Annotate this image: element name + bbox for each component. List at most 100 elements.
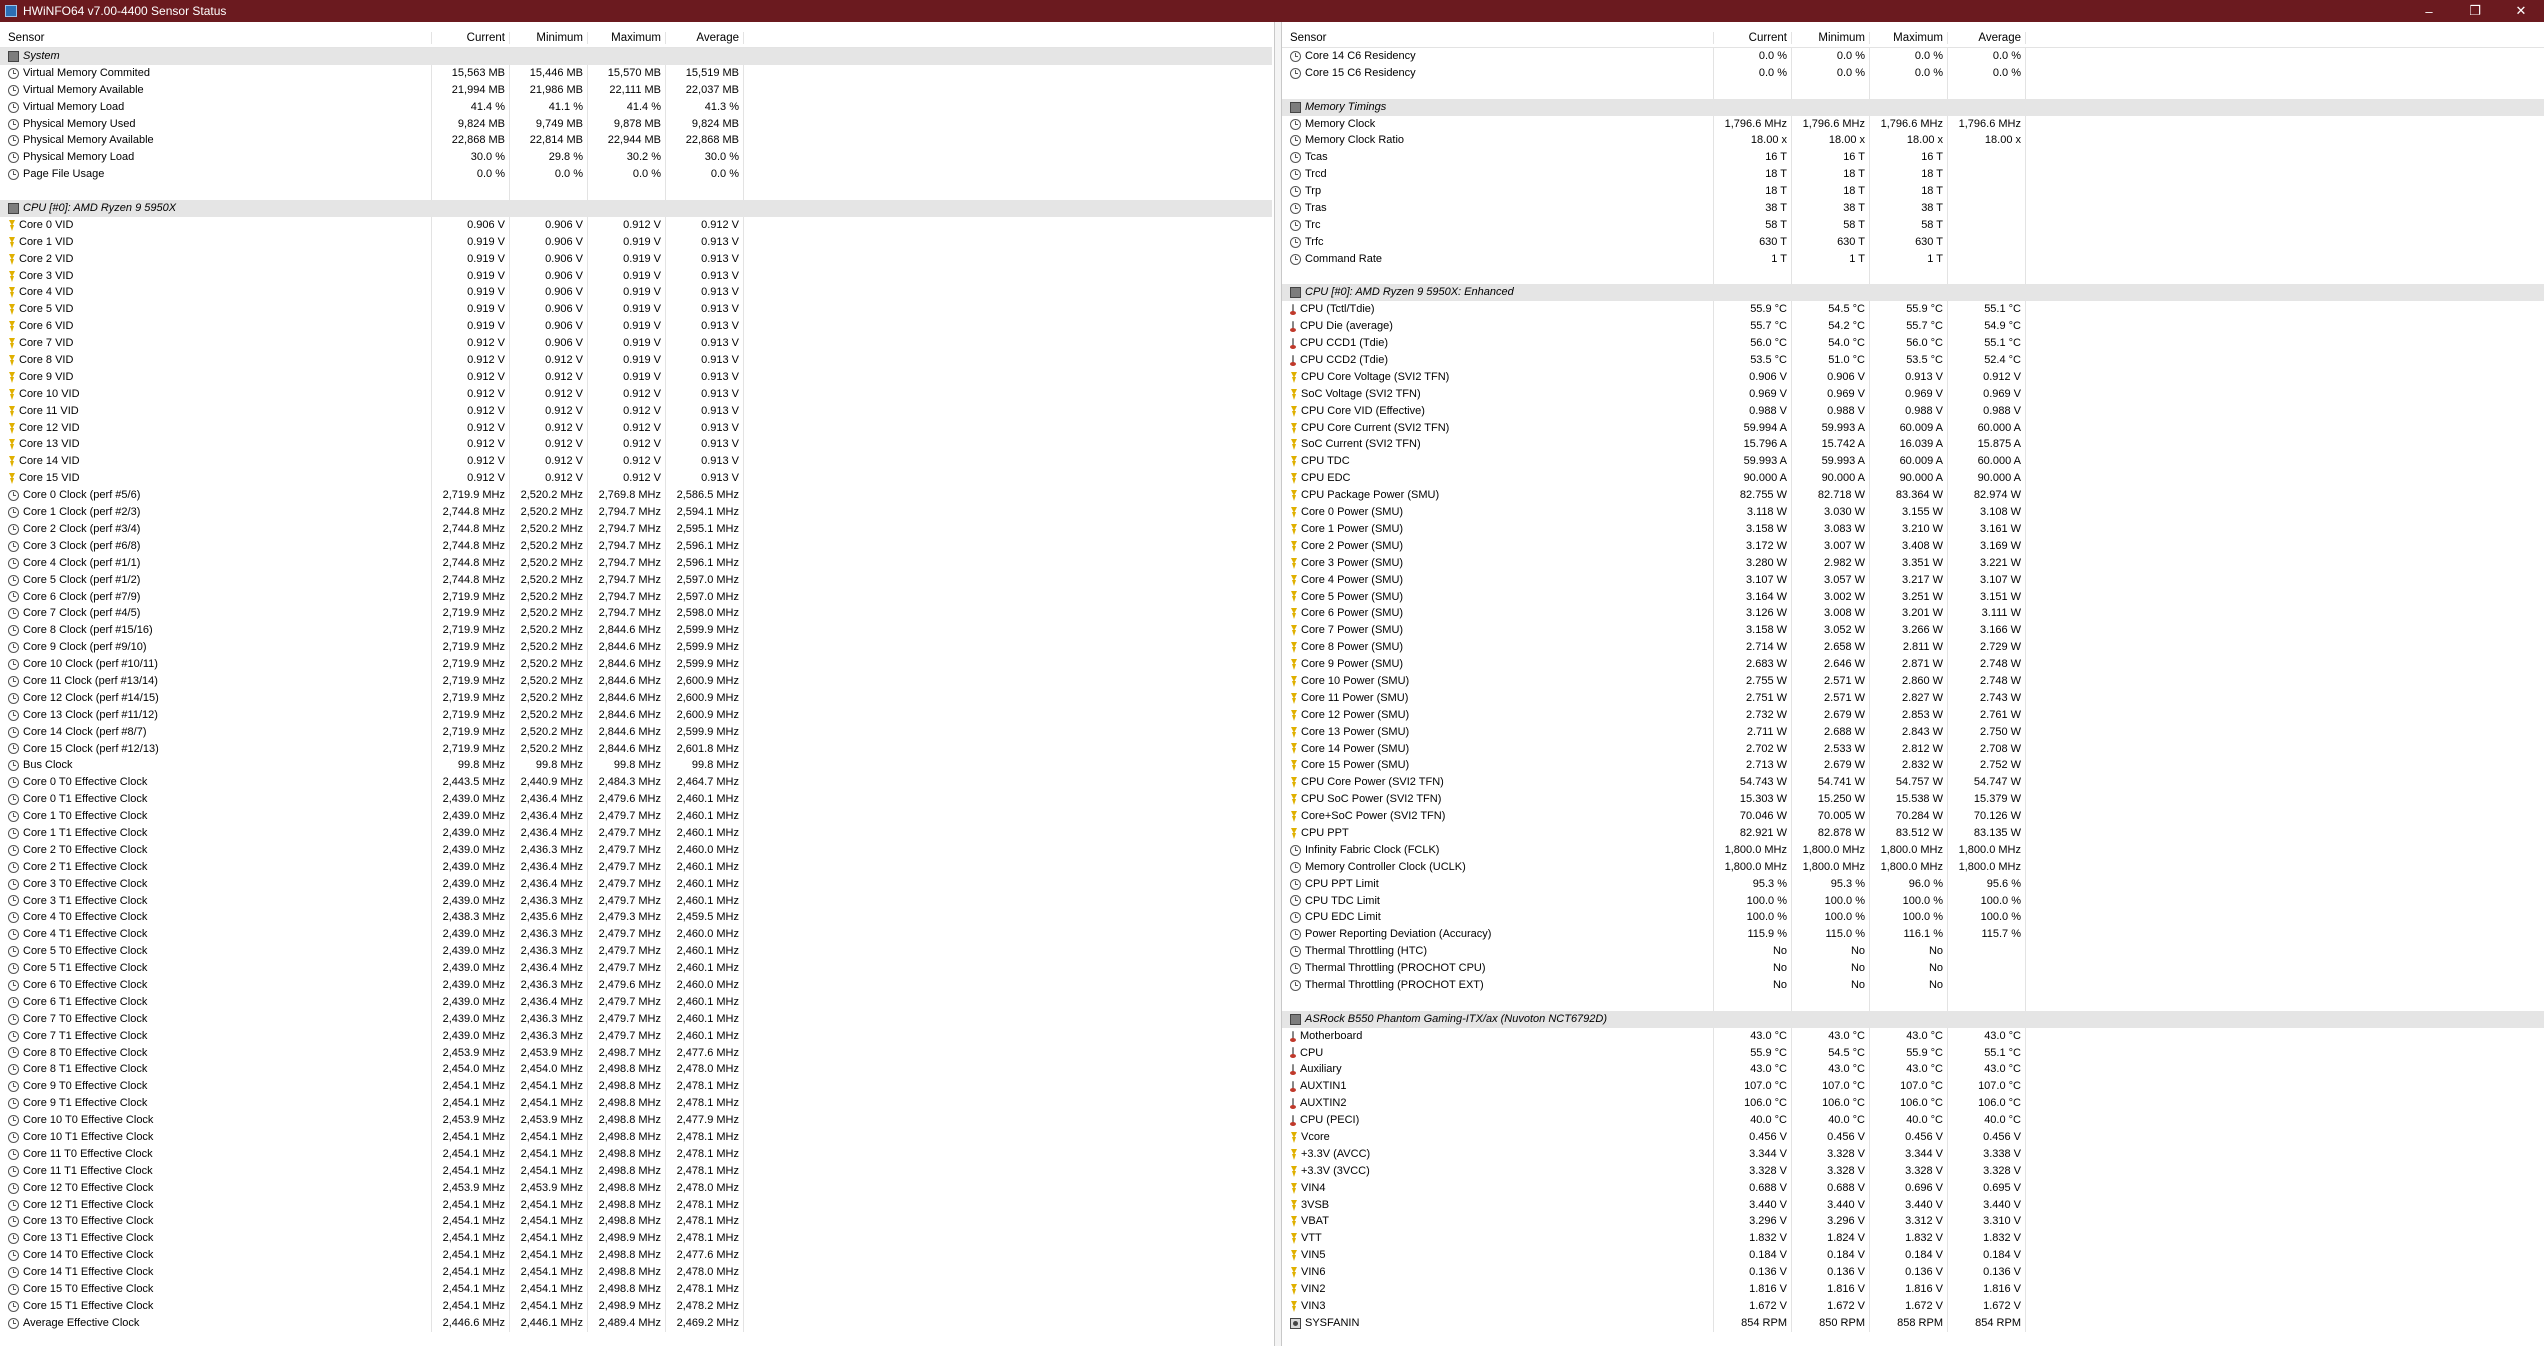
sensor-row[interactable]: Tras 38 T 38 T 38 T xyxy=(1282,200,2544,217)
sensor-row[interactable]: Core 14 VID 0.912 V 0.912 V 0.912 V 0.913 V xyxy=(0,453,1272,471)
sensor-row[interactable]: Core 14 C6 Residency 0.0 % 0.0 % 0.0 % 0.0 % xyxy=(1282,48,2544,65)
sensor-row[interactable]: Thermal Throttling (PROCHOT CPU) No No No xyxy=(1282,960,2544,977)
sensor-row[interactable]: Vcore 0.456 V 0.456 V 0.456 V 0.456 V xyxy=(1282,1129,2544,1146)
sensor-row[interactable]: 3VSB 3.440 V 3.440 V 3.440 V 3.440 V xyxy=(1282,1196,2544,1214)
sensor-row[interactable]: Trcd 18 T 18 T 18 T xyxy=(1282,166,2544,184)
sensor-row[interactable]: Core 4 Clock (perf #1/1) 2,744.8 MHz 2,520… xyxy=(0,554,1272,572)
sensor-row[interactable]: Core 1 T0 Effective Clock 2,439.0 MHz 2,43… xyxy=(0,808,1272,825)
sensor-row[interactable]: Core 8 VID 0.912 V 0.912 V 0.919 V 0.913 V xyxy=(0,352,1272,369)
sensor-row[interactable]: Core 14 T1 Effective Clock 2,454.1 MHz 2,4… xyxy=(0,1264,1272,1282)
column-header-maximum[interactable]: Maximum xyxy=(1870,32,1948,44)
sensor-row[interactable]: Core 14 Power (SMU) 2.702 W 2.533 W 2.812 W… xyxy=(1282,740,2544,758)
sensor-row[interactable]: Core 2 Clock (perf #3/4) 2,744.8 MHz 2,520… xyxy=(0,520,1272,538)
sensor-row[interactable]: Thermal Throttling (HTC) No No No xyxy=(1282,943,2544,961)
sensor-row[interactable]: Core 15 T0 Effective Clock 2,454.1 MHz 2,4… xyxy=(0,1281,1272,1298)
sensor-row[interactable]: CPU TDC 59.993 A 59.993 A 60.009 A 60.000 A xyxy=(1282,453,2544,471)
sensor-group-header[interactable]: ASRock B550 Phantom Gaming-ITX/ax (Nuvot… xyxy=(1282,1010,2544,1028)
sensor-row[interactable]: SoC Voltage (SVI2 TFN) 0.969 V 0.969 V 0.96… xyxy=(1282,385,2544,403)
sensor-group-header[interactable]: CPU [#0]: AMD Ryzen 9 5950X xyxy=(0,200,1272,217)
title-bar[interactable]: HWiNFO64 v7.00-4400 Sensor Status – ❐ ✕ xyxy=(0,0,2544,22)
sensor-row[interactable]: Virtual Memory Commited 15,563 MB 15,446 M… xyxy=(0,64,1272,82)
sensor-row[interactable]: Core 13 VID 0.912 V 0.912 V 0.912 V 0.913 V xyxy=(0,436,1272,454)
sensor-row[interactable]: Core 1 T1 Effective Clock 2,439.0 MHz 2,43… xyxy=(0,824,1272,842)
sensor-row[interactable]: Core 2 T1 Effective Clock 2,439.0 MHz 2,43… xyxy=(0,858,1272,876)
sensor-row[interactable]: Core 3 VID 0.919 V 0.906 V 0.919 V 0.913 V xyxy=(0,267,1272,285)
sensor-row[interactable]: Core 12 Clock (perf #14/15) 2,719.9 MHz 2,… xyxy=(0,689,1272,707)
sensor-row[interactable]: CPU (Tctl/Tdie) 55.9 °C 54.5 °C 55.9 °C 55.1… xyxy=(1282,301,2544,319)
sensor-row[interactable]: VIN6 0.136 V 0.136 V 0.136 V 0.136 V xyxy=(1282,1264,2544,1282)
sensor-row[interactable]: Power Reporting Deviation (Accuracy) 115.… xyxy=(1282,926,2544,944)
sensor-row[interactable]: Core 6 T0 Effective Clock 2,439.0 MHz 2,43… xyxy=(0,976,1272,994)
sensor-row[interactable]: Core 10 T0 Effective Clock 2,453.9 MHz 2,4… xyxy=(0,1112,1272,1129)
sensor-row[interactable]: Core 15 Power (SMU) 2.713 W 2.679 W 2.832 W… xyxy=(1282,757,2544,775)
sensor-group-header[interactable]: CPU [#0]: AMD Ryzen 9 5950X: Enhanced xyxy=(1282,284,2544,302)
pane-splitter[interactable] xyxy=(1274,22,1282,1346)
sensor-row[interactable]: Core 3 T0 Effective Clock 2,439.0 MHz 2,43… xyxy=(0,875,1272,893)
sensor-row[interactable]: Core 8 Power (SMU) 2.714 W 2.658 W 2.811 W2… xyxy=(1282,639,2544,657)
close-button[interactable]: ✕ xyxy=(2498,0,2544,22)
sensor-row[interactable]: Memory Clock Ratio 18.00 x 18.00 x 18.00 x1… xyxy=(1282,132,2544,150)
sensor-row[interactable]: CPU EDC Limit 100.0 % 100.0 % 100.0 % 100.0 … xyxy=(1282,909,2544,927)
sensor-row[interactable]: Core 6 T1 Effective Clock 2,439.0 MHz 2,43… xyxy=(0,993,1272,1011)
sensor-row[interactable]: Core 1 VID 0.919 V 0.906 V 0.919 V 0.913 V xyxy=(0,233,1272,251)
sensor-row[interactable]: Core 4 Power (SMU) 3.107 W 3.057 W 3.217 W3… xyxy=(1282,571,2544,589)
sensor-row[interactable]: Infinity Fabric Clock (FCLK) 1,800.0 MHz 1… xyxy=(1282,841,2544,859)
sensor-row[interactable]: Core 12 Power (SMU) 2.732 W 2.679 W 2.853 W… xyxy=(1282,706,2544,724)
sensor-row[interactable]: Core 13 T1 Effective Clock 2,454.1 MHz 2,4… xyxy=(0,1230,1272,1248)
sensor-row[interactable]: Core 8 T1 Effective Clock 2,454.0 MHz 2,45… xyxy=(0,1061,1272,1079)
sensor-row[interactable]: Motherboard 43.0 °C 43.0 °C 43.0 °C 43.0 °C xyxy=(1282,1027,2544,1045)
sensor-row[interactable]: Memory Controller Clock (UCLK) 1,800.0 MH… xyxy=(1282,858,2544,876)
sensor-row[interactable]: Physical Memory Load 30.0 % 29.8 % 30.2 % 30… xyxy=(0,149,1272,167)
sensor-row[interactable]: Core 0 T0 Effective Clock 2,443.5 MHz 2,44… xyxy=(0,774,1272,792)
sensor-row[interactable]: Core 2 VID 0.919 V 0.906 V 0.919 V 0.913 V xyxy=(0,250,1272,268)
sensor-row[interactable]: Trfc 630 T 630 T 630 T xyxy=(1282,233,2544,251)
sensor-row[interactable]: Core 10 Clock (perf #10/11) 2,719.9 MHz 2,… xyxy=(0,656,1272,673)
sensor-row[interactable]: Core 13 Clock (perf #11/12) 2,719.9 MHz 2,… xyxy=(0,706,1272,724)
sensor-row[interactable]: Core 0 T1 Effective Clock 2,439.0 MHz 2,43… xyxy=(0,791,1272,809)
sensor-row[interactable]: Core 10 T1 Effective Clock 2,454.1 MHz 2,4… xyxy=(0,1129,1272,1146)
sensor-row[interactable]: Core 14 Clock (perf #8/7) 2,719.9 MHz 2,52… xyxy=(0,723,1272,741)
sensor-row[interactable]: Core 12 T0 Effective Clock 2,453.9 MHz 2,4… xyxy=(0,1179,1272,1197)
sensor-pane-right[interactable]: Sensor Current Minimum Maximum Average C… xyxy=(1282,22,2544,1346)
sensor-row[interactable]: Physical Memory Available 22,868 MB 22,814… xyxy=(0,132,1272,150)
sensor-row[interactable]: Core 5 VID 0.919 V 0.906 V 0.919 V 0.913 V xyxy=(0,301,1272,319)
sensor-row[interactable]: Trc 58 T 58 T 58 T xyxy=(1282,216,2544,234)
sensor-row[interactable]: Core+SoC Power (SVI2 TFN) 70.046 W 70.005 … xyxy=(1282,808,2544,825)
column-header-current[interactable]: Current xyxy=(1714,32,1792,44)
column-header-average[interactable]: Average xyxy=(1948,32,2026,44)
sensor-row[interactable]: CPU CCD2 (Tdie) 53.5 °C 51.0 °C 53.5 °C 52.4… xyxy=(1282,352,2544,369)
sensor-row[interactable]: Core 6 Clock (perf #7/9) 2,719.9 MHz 2,520… xyxy=(0,588,1272,606)
sensor-row[interactable]: Core 3 T1 Effective Clock 2,439.0 MHz 2,43… xyxy=(0,892,1272,910)
sensor-row[interactable]: Core 12 T1 Effective Clock 2,454.1 MHz 2,4… xyxy=(0,1196,1272,1214)
sensor-row[interactable]: VIN3 1.672 V 1.672 V 1.672 V 1.672 V xyxy=(1282,1297,2544,1315)
sensor-row[interactable]: CPU EDC 90.000 A 90.000 A 90.000 A 90.000 A xyxy=(1282,470,2544,488)
sensor-row[interactable]: VIN2 1.816 V 1.816 V 1.816 V 1.816 V xyxy=(1282,1281,2544,1298)
sensor-row[interactable]: Core 10 VID 0.912 V 0.912 V 0.912 V 0.913 V xyxy=(0,385,1272,403)
sensor-row[interactable]: CPU PPT 82.921 W 82.878 W 83.512 W 83.135 W xyxy=(1282,824,2544,842)
sensor-row[interactable]: Core 8 Clock (perf #15/16) 2,719.9 MHz 2,5… xyxy=(0,622,1272,640)
sensor-row[interactable]: Core 11 VID 0.912 V 0.912 V 0.912 V 0.913 V xyxy=(0,402,1272,420)
sensor-group-header[interactable]: System xyxy=(0,48,1272,65)
sensor-row[interactable]: Core 1 Power (SMU) 3.158 W 3.083 W 3.210 W3… xyxy=(1282,520,2544,538)
sensor-row[interactable]: CPU Core Power (SVI2 TFN) 54.743 W 54.741 … xyxy=(1282,774,2544,792)
sensor-row[interactable]: Core 8 T0 Effective Clock 2,453.9 MHz 2,45… xyxy=(0,1044,1272,1062)
sensor-row[interactable]: Core 9 VID 0.912 V 0.912 V 0.919 V 0.913 V xyxy=(0,368,1272,386)
sensor-row[interactable]: Core 4 T1 Effective Clock 2,439.0 MHz 2,43… xyxy=(0,926,1272,944)
sensor-row[interactable]: Core 9 T1 Effective Clock 2,454.1 MHz 2,45… xyxy=(0,1095,1272,1113)
sensor-row[interactable]: Tcas 16 T 16 T 16 T xyxy=(1282,149,2544,167)
sensor-row[interactable]: Core 9 Power (SMU) 2.683 W 2.646 W 2.871 W2… xyxy=(1282,656,2544,673)
sensor-row[interactable]: Core 1 Clock (perf #2/3) 2,744.8 MHz 2,520… xyxy=(0,504,1272,521)
restore-button[interactable]: ❐ xyxy=(2452,0,2498,22)
sensor-row[interactable]: Auxiliary 43.0 °C 43.0 °C 43.0 °C 43.0 °C xyxy=(1282,1061,2544,1079)
sensor-row[interactable]: VTT 1.832 V 1.824 V 1.832 V 1.832 V xyxy=(1282,1230,2544,1248)
sensor-row[interactable]: Page File Usage 0.0 % 0.0 % 0.0 % 0.0 % xyxy=(0,166,1272,184)
sensor-row[interactable]: SYSFANIN 854 RPM 850 RPM 858 RPM 854 RPM xyxy=(1282,1314,2544,1332)
sensor-row[interactable]: CPU (PECI) 40.0 °C 40.0 °C 40.0 °C 40.0 °C xyxy=(1282,1112,2544,1129)
sensor-row[interactable]: VIN5 0.184 V 0.184 V 0.184 V 0.184 V xyxy=(1282,1247,2544,1265)
sensor-row[interactable]: Core 2 Power (SMU) 3.172 W 3.007 W 3.408 W3… xyxy=(1282,537,2544,555)
column-header-minimum[interactable]: Minimum xyxy=(510,32,588,44)
column-header-sensor[interactable]: Sensor xyxy=(1282,32,1714,44)
sensor-row[interactable]: Core 10 Power (SMU) 2.755 W 2.571 W 2.860 W… xyxy=(1282,672,2544,690)
sensor-row[interactable]: Core 9 T0 Effective Clock 2,454.1 MHz 2,45… xyxy=(0,1078,1272,1096)
sensor-row[interactable]: Core 7 Power (SMU) 3.158 W 3.052 W 3.266 W3… xyxy=(1282,622,2544,640)
